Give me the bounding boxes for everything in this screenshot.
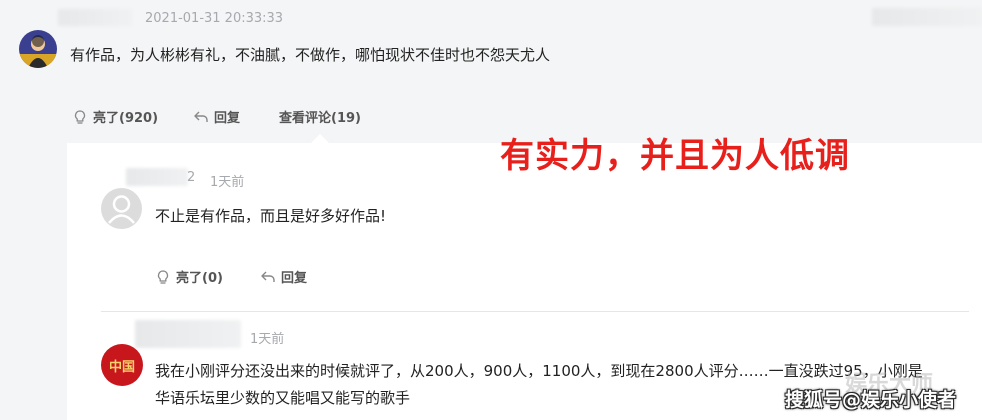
username-blurred[interactable] — [58, 9, 132, 26]
reply-username-tail[interactable]: 2 — [187, 170, 195, 185]
avatar[interactable] — [19, 30, 57, 68]
reply-reply-button[interactable]: 回复 — [260, 267, 307, 286]
reply-button[interactable]: 回复 — [193, 107, 240, 126]
reply-username-blurred[interactable] — [126, 168, 188, 186]
avatar-image — [19, 30, 57, 68]
view-replies-button[interactable]: 查看评论(19) — [279, 107, 361, 126]
reply-time: 1天前 — [210, 175, 245, 190]
reply-reply-label: 回复 — [281, 271, 308, 286]
reply-divider — [101, 311, 969, 312]
reply2-username-blurred[interactable] — [135, 320, 241, 348]
reply2-text-line1: 我在小刚评分还没出来的时候就评了，从200人，900人，1100人，到现在280… — [155, 362, 923, 380]
overlay-caption: 有实力，并且为人低调 — [500, 136, 850, 176]
lightbulb-icon — [157, 269, 169, 284]
default-avatar[interactable] — [101, 188, 142, 229]
reply-text: 不止是有作品，而且是好多好作品! — [155, 207, 387, 225]
china-logo-avatar[interactable]: 中国 — [101, 344, 143, 386]
blurred-top-right — [872, 8, 982, 26]
avatar-logo-text: 中国 — [108, 359, 135, 375]
like-button[interactable]: 亮了(920) — [72, 107, 158, 126]
user-silhouette-icon — [108, 195, 135, 224]
comment-timestamp: 2021-01-31 20:33:33 — [145, 11, 284, 26]
reply-like-label: 亮了(0) — [176, 271, 223, 286]
comment-text: 有作品，为人彬彬有礼，不油腻，不做作，哪怕现状不佳时也不怨天尤人 — [70, 46, 551, 64]
like-label: 亮了(920) — [93, 111, 159, 126]
lightbulb-icon — [74, 109, 86, 124]
source-watermark: 搜狐号@娱乐小使者 — [785, 389, 957, 411]
reply2-text-line2: 华语乐坛里少数的又能唱又能写的歌手 — [155, 389, 411, 407]
reply-label: 回复 — [214, 111, 241, 126]
view-replies-label: 查看评论(19) — [279, 111, 361, 126]
reply-arrow-icon — [194, 111, 208, 122]
reply-like-button[interactable]: 亮了(0) — [155, 267, 223, 286]
reply-arrow-icon — [261, 271, 275, 282]
reply2-time: 1天前 — [250, 332, 285, 347]
